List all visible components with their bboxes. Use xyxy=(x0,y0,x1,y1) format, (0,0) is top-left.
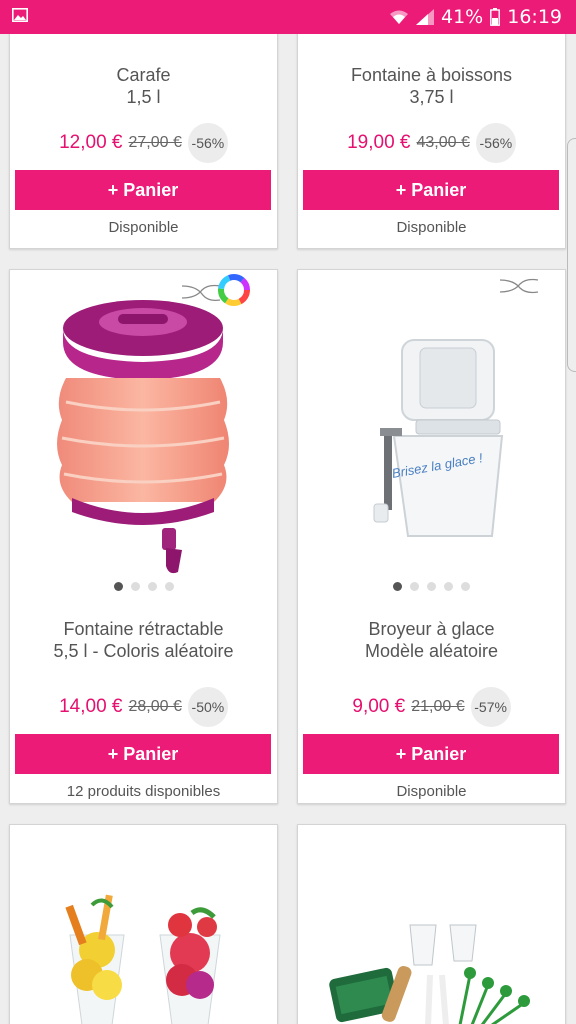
price: 9,00 € xyxy=(352,696,406,717)
carousel-dot[interactable] xyxy=(427,582,436,591)
price-row: 14,00 € 28,00 € -50% xyxy=(10,687,277,727)
product-image[interactable] xyxy=(320,825,542,1024)
carousel-dot[interactable] xyxy=(410,582,419,591)
image-carousel-dots[interactable] xyxy=(298,582,565,591)
product-title[interactable]: Fontaine à boissons 3,75 l xyxy=(298,64,565,108)
image-icon xyxy=(12,8,28,22)
drink-dispenser-image xyxy=(57,274,250,574)
product-card[interactable]: Fontaine rétractable 5,5 l - Coloris alé… xyxy=(9,269,278,804)
cocktail-kit-image xyxy=(329,924,530,1024)
price-row: 9,00 € 21,00 € -57% xyxy=(298,687,565,727)
price: 12,00 € xyxy=(59,132,123,153)
discount-badge: -56% xyxy=(187,123,228,163)
availability: 12 produits disponibles xyxy=(66,783,221,800)
product-card[interactable] xyxy=(9,824,278,1024)
product-grid: Carafe 1,5 l 12,00 € 27,00 € -56% + Pani… xyxy=(0,34,576,1024)
price: 19,00 € xyxy=(347,132,411,153)
scrollbar[interactable] xyxy=(567,138,576,372)
carousel-dot[interactable] xyxy=(444,582,453,591)
availability: Disponible xyxy=(396,783,467,800)
status-bar: 41% 16:19 xyxy=(0,0,576,34)
shuffle-icon xyxy=(181,284,221,302)
add-to-cart-button[interactable]: + Panier xyxy=(15,170,271,210)
carousel-dot[interactable] xyxy=(113,582,123,591)
discount-badge: -50% xyxy=(187,687,228,727)
price: 14,00 € xyxy=(59,696,123,717)
carousel-dot[interactable] xyxy=(130,582,140,591)
discount-badge: -57% xyxy=(470,687,511,727)
fruit-glasses-image xyxy=(65,894,221,1024)
shuffle-icon xyxy=(499,278,539,294)
product-image[interactable] xyxy=(320,34,542,51)
battery-percent: 41% xyxy=(441,6,484,28)
product-image[interactable]: Brisez la glace ! xyxy=(320,270,542,600)
product-title[interactable]: Fontaine rétractable 5,5 l - Coloris alé… xyxy=(10,618,277,662)
product-card[interactable]: Fontaine à boissons 3,75 l 19,00 € 43,00… xyxy=(297,34,566,249)
price-row: 19,00 € 43,00 € -56% xyxy=(298,123,565,163)
product-card[interactable]: Carafe 1,5 l 12,00 € 27,00 € -56% + Pani… xyxy=(9,34,278,249)
image-carousel-dots[interactable] xyxy=(10,582,277,591)
carousel-dot[interactable] xyxy=(164,582,174,591)
product-title[interactable]: Broyeur à glace Modèle aléatoire xyxy=(298,618,565,662)
carousel-dot[interactable] xyxy=(147,582,157,591)
add-to-cart-button[interactable]: + Panier xyxy=(15,734,271,774)
carousel-dot[interactable] xyxy=(393,582,402,591)
availability: Disponible xyxy=(396,219,467,236)
carousel-dot[interactable] xyxy=(461,582,470,591)
color-wheel-icon xyxy=(218,274,250,306)
battery-icon xyxy=(490,8,501,26)
product-card[interactable]: Brisez la glace ! Broyeur à glace Modèle… xyxy=(297,269,566,804)
product-image[interactable] xyxy=(32,34,254,51)
old-price: 28,00 € xyxy=(128,698,182,715)
ice-crusher-image: Brisez la glace ! xyxy=(373,278,539,537)
discount-badge: -56% xyxy=(475,123,516,163)
add-to-cart-button[interactable]: + Panier xyxy=(303,734,559,774)
product-title[interactable]: Carafe 1,5 l xyxy=(10,64,277,108)
product-image[interactable] xyxy=(32,270,254,600)
signal-icon xyxy=(416,9,434,25)
old-price: 43,00 € xyxy=(416,134,470,151)
availability: Disponible xyxy=(108,219,179,236)
old-price: 27,00 € xyxy=(128,134,182,151)
price-row: 12,00 € 27,00 € -56% xyxy=(10,123,277,163)
product-image[interactable] xyxy=(32,825,254,1024)
product-card[interactable] xyxy=(297,824,566,1024)
clock: 16:19 xyxy=(507,6,562,28)
add-to-cart-button[interactable]: + Panier xyxy=(303,170,559,210)
old-price: 21,00 € xyxy=(411,698,465,715)
wifi-icon xyxy=(390,10,408,24)
